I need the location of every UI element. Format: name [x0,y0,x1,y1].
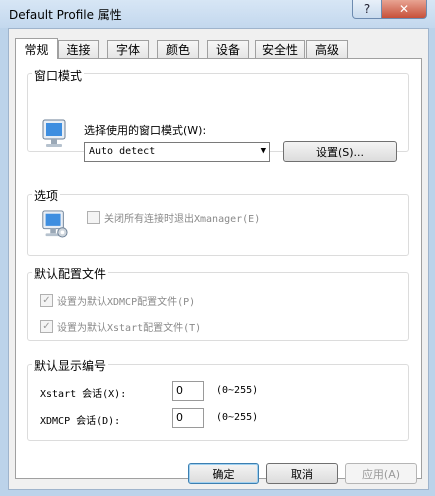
tab-advanced[interactable]: 高级 [306,40,348,58]
title-bar: Default Profile 属性 ? ✕ [0,0,435,28]
monitor-icon [42,119,66,147]
tab-device[interactable]: 设备 [207,40,249,58]
display-number-group [27,364,409,441]
help-button[interactable]: ? [352,0,382,19]
checkbox-box [87,211,100,224]
tab-label: 设备 [215,43,240,57]
tab-security[interactable]: 安全性 [255,40,305,58]
close-button[interactable]: ✕ [381,0,427,19]
window-mode-select-value: Auto detect [89,146,156,157]
ok-button-label: 确定 [212,467,235,481]
xstart-session-range: (0~255) [216,385,259,396]
xdmcp-session-label: XDMCP 会话(D): [40,416,121,427]
tab-general[interactable]: 常规 [15,38,58,59]
cancel-button[interactable]: 取消 [266,463,338,484]
general-tab-panel: 窗口模式 选择使用的窗口模式(W): Auto detect ▼ 设置(S)..… [15,58,422,479]
checkbox-checked-icon: ✓ [40,320,53,333]
tab-label: 连接 [66,43,91,57]
checkbox-checked-icon: ✓ [40,294,53,307]
default-xstart-label: 设置为默认Xstart配置文件(T) [57,323,202,334]
display-number-group-title: 默认显示编号 [32,357,109,374]
default-config-group-title: 默认配置文件 [32,265,109,282]
tab-font[interactable]: 字体 [107,40,149,58]
window-mode-select[interactable]: Auto detect ▼ [84,142,270,162]
apply-button-label: 应用(A) [361,467,401,481]
options-group-title: 选项 [32,187,61,204]
tab-connection[interactable]: 连接 [58,40,99,58]
xstart-session-label: Xstart 会话(X): [40,389,127,400]
default-xstart-checkbox[interactable]: ✓ 设置为默认Xstart配置文件(T) [40,319,201,334]
apply-button[interactable]: 应用(A) [345,463,417,484]
xstart-session-input[interactable]: 0 [172,381,204,401]
options-group [27,194,409,256]
xdmcp-session-range: (0~255) [216,412,259,423]
tab-label: 常规 [24,42,49,57]
window-mode-label: 选择使用的窗口模式(W): [84,124,207,137]
close-icon: ✕ [398,2,410,16]
dialog-client-area: 常规 连接 字体 颜色 设备 安全性 高级 窗口模式 选择使用的窗口模式(W):… [8,28,429,490]
dropdown-arrow-icon: ▼ [260,146,266,156]
window-title: Default Profile 属性 [9,8,122,22]
window-mode-group-title: 窗口模式 [32,67,85,84]
exit-on-close-label: 关闭所有连接时退出Xmanager(E) [104,214,261,225]
window-mode-settings-button[interactable]: 设置(S)... [283,141,397,162]
monitor-gear-icon [42,210,68,238]
cancel-button-label: 取消 [291,467,313,481]
tab-label: 安全性 [261,43,298,57]
tab-label: 颜色 [165,43,190,57]
default-xdmcp-label: 设置为默认XDMCP配置文件(P) [57,297,196,308]
exit-on-close-checkbox[interactable]: 关闭所有连接时退出Xmanager(E) [87,210,260,225]
tab-color[interactable]: 颜色 [157,40,199,58]
tab-label: 高级 [314,43,339,57]
xdmcp-session-input[interactable]: 0 [172,408,204,428]
help-icon: ? [363,2,371,16]
tab-label: 字体 [115,43,140,57]
default-xdmcp-checkbox[interactable]: ✓ 设置为默认XDMCP配置文件(P) [40,293,195,308]
settings-button-label: 设置(S)... [315,145,365,159]
ok-button[interactable]: 确定 [188,463,259,484]
